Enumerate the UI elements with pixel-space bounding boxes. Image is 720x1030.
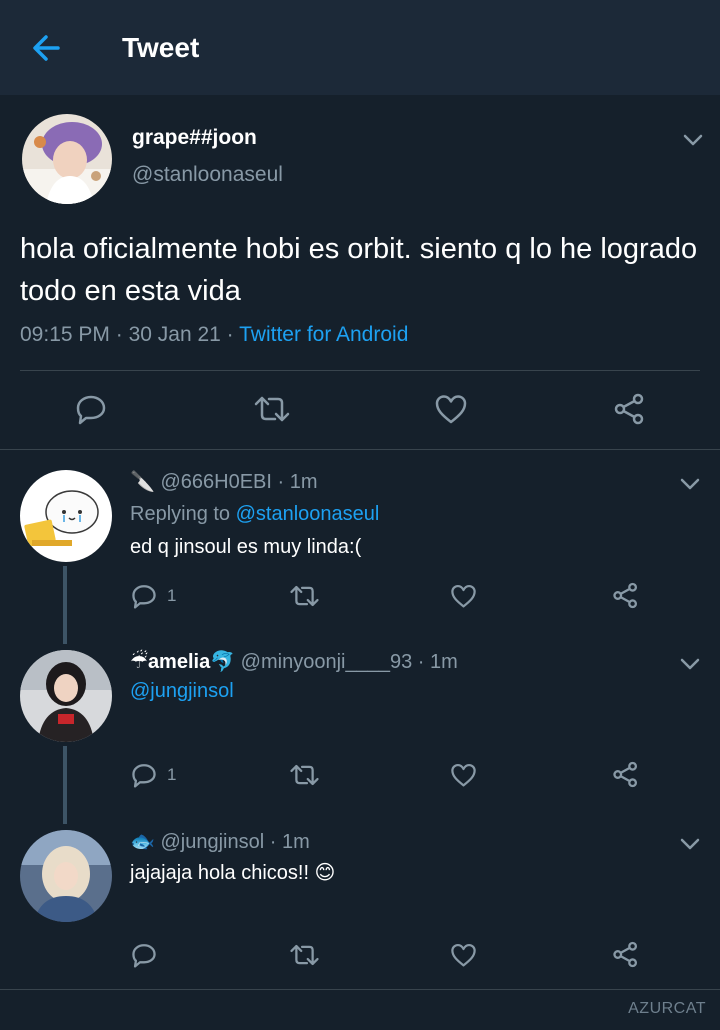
reply-count: 1	[167, 765, 177, 784]
reply-text: jajajaja hola chicos!! 😊	[130, 862, 336, 884]
meta-separator: ·	[226, 323, 234, 346]
avatar[interactable]	[20, 830, 112, 922]
reply-handle[interactable]: @minyoonji____93	[241, 651, 413, 673]
like-icon[interactable]	[434, 393, 468, 430]
reply-name[interactable]: amelia	[148, 651, 210, 673]
page-title: Tweet	[122, 32, 200, 63]
tweet-date: 30 Jan 21	[128, 323, 221, 346]
thread-line	[63, 566, 67, 644]
reply-time: 1m	[430, 651, 458, 673]
meta-separator: ·	[115, 323, 123, 346]
author-handle[interactable]: @stanloonaseul	[132, 163, 283, 187]
top-bar: Tweet	[0, 0, 720, 95]
tweet-text: hola oficialmente hobi es orbit. siento …	[20, 233, 698, 307]
chevron-down-icon[interactable]	[677, 474, 703, 494]
avatar[interactable]	[20, 470, 112, 562]
like-icon[interactable]	[450, 762, 477, 793]
umbrella-emoji: ☔	[130, 651, 148, 673]
replying-to-label: Replying to	[130, 503, 231, 525]
reply-icon[interactable]	[75, 393, 107, 430]
fish-emoji: 🐟	[130, 831, 155, 853]
author-name[interactable]: grape##joon	[132, 126, 257, 150]
reply-header: 🔪 @666H0EBI · 1m	[130, 471, 318, 493]
avatar[interactable]	[22, 114, 112, 204]
reply-icon[interactable]	[131, 942, 157, 973]
divider	[20, 370, 700, 371]
share-icon[interactable]	[612, 761, 640, 793]
retweet-icon[interactable]	[289, 762, 320, 793]
chevron-down-icon[interactable]	[677, 834, 703, 854]
reply-text: ed q jinsoul es muy linda:(	[130, 536, 362, 558]
knife-emoji: 🔪	[130, 471, 155, 493]
share-icon[interactable]	[612, 582, 640, 614]
chevron-down-icon[interactable]	[680, 130, 706, 150]
mention-link[interactable]: @jungjinsol	[130, 680, 234, 703]
retweet-icon[interactable]	[289, 942, 320, 973]
reply-icon[interactable]	[131, 583, 157, 614]
reply-time: 1m	[281, 831, 310, 853]
reply-icon[interactable]	[131, 762, 157, 793]
share-icon[interactable]	[613, 393, 647, 430]
like-icon[interactable]	[450, 583, 477, 614]
replying-to: Replying to @stanloonaseul	[130, 503, 379, 526]
share-icon[interactable]	[612, 941, 640, 973]
avatar[interactable]	[20, 650, 112, 742]
reply-time: 1m	[289, 471, 318, 493]
reply-header: 🐟 @jungjinsol · 1m	[130, 831, 310, 853]
like-icon[interactable]	[450, 942, 477, 973]
dolphin-emoji: 🐬	[210, 651, 236, 673]
replying-to-link[interactable]: @stanloonaseul	[236, 503, 380, 525]
tweet-source-link[interactable]: Twitter for Android	[239, 323, 408, 346]
retweet-icon[interactable]	[253, 393, 291, 430]
retweet-icon[interactable]	[289, 583, 320, 614]
watermark: AZURCAT	[628, 1000, 706, 1017]
reply-header: ☔amelia🐬 @minyoonji____93 · 1m	[130, 651, 458, 673]
divider	[0, 989, 720, 990]
tweet-time: 09:15 PM	[20, 323, 110, 346]
reply-handle[interactable]: @jungjinsol	[160, 831, 264, 853]
back-arrow-icon[interactable]	[28, 30, 68, 66]
reply-handle[interactable]: @666H0EBI	[160, 471, 271, 493]
thread-line	[63, 746, 67, 824]
tweet-meta: 09:15 PM · 30 Jan 21 · Twitter for Andro…	[20, 323, 408, 347]
reply-count: 1	[167, 586, 177, 605]
chevron-down-icon[interactable]	[677, 654, 703, 674]
divider	[0, 449, 720, 450]
